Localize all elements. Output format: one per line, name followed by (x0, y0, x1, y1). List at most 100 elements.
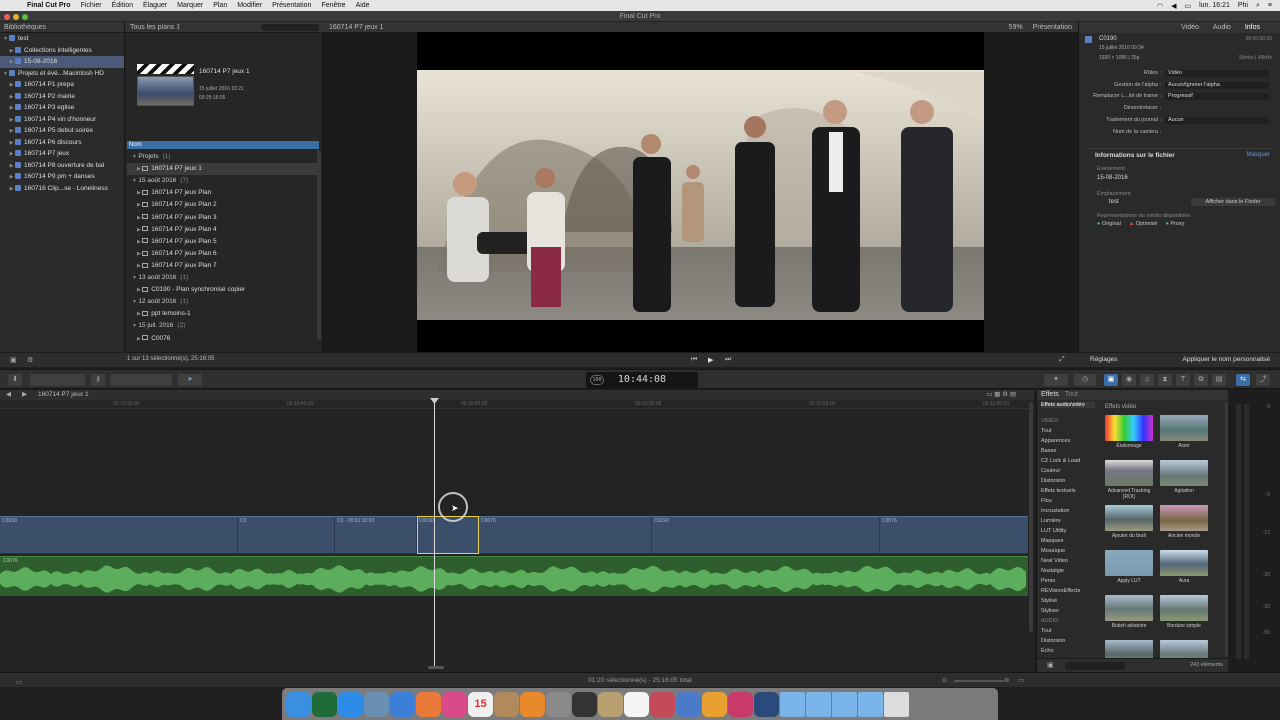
disclosure-closed-icon[interactable]: ▶ (8, 115, 15, 126)
library-item[interactable]: ▶ 160714 P7 jeux (0, 148, 124, 160)
show-in-finder-button[interactable]: Afficher dans le Finder (1191, 198, 1275, 206)
effects-category[interactable]: Neat Video (1041, 558, 1068, 564)
select-tool-icon[interactable]: ➤ (178, 374, 202, 386)
volume-icon[interactable]: ◀︎ (1171, 2, 1176, 10)
selected-clip-range[interactable] (417, 516, 479, 554)
browser-group-row[interactable]: ▼ 15 juil. 2016 (2) (127, 320, 317, 332)
zoom-slider[interactable] (954, 680, 1004, 682)
inspector-field-popup[interactable]: Progressif (1165, 93, 1269, 101)
video-clip[interactable]: C0190 (652, 517, 880, 553)
effects-all-tab[interactable]: Tout (1065, 391, 1078, 398)
browser-clip-row[interactable]: ▶ 160714 P7 jeux Plan 6 (127, 248, 317, 260)
tab-audio[interactable]: Audio (1213, 22, 1231, 33)
menu-presentation[interactable]: Présentation (267, 2, 316, 9)
library-item[interactable]: ▶ 160714 P5 debut soirée (0, 125, 124, 137)
library-item[interactable]: ▶ 15-08-2016 (0, 56, 124, 68)
timeline-options-icon[interactable]: ▭ ▦ ⚙ ▤ (986, 390, 1016, 400)
music-browser-icon[interactable]: ♫ (1140, 374, 1154, 386)
library-item[interactable]: ▶ 160714 P2 mairie (0, 91, 124, 103)
disclosure-closed-icon[interactable]: ▶ (8, 138, 15, 149)
browser-search-input[interactable] (261, 24, 319, 31)
menu-aide[interactable]: Aide (351, 2, 375, 9)
themes-icon[interactable]: ▤ (1212, 374, 1226, 386)
effects-category[interactable]: Couleur (1041, 468, 1060, 474)
library-item[interactable]: ▶ 160714 P3 eglise (0, 102, 124, 114)
import-icon[interactable]: ⬇ (8, 374, 22, 386)
effects-category[interactable]: REVisionEffects (1041, 588, 1080, 594)
disclosure-closed-icon[interactable]: ▶ (8, 172, 15, 183)
library-item[interactable]: ▶ 160714 P4 vin d'honneur (0, 114, 124, 126)
effects-browser-icon[interactable]: ▣ (1104, 374, 1118, 386)
timecode-display[interactable]: 100 10:44:08 (586, 372, 698, 388)
titles-icon[interactable]: T (1176, 374, 1190, 386)
spotlight-icon[interactable]: ⌕ (1256, 2, 1260, 10)
viewer-zoom-menu[interactable]: 59% (1009, 22, 1033, 32)
tab-video[interactable]: Vidéo (1181, 22, 1199, 33)
library-item[interactable]: ▼ Projets et évé...Macintosh HD (0, 68, 124, 80)
video-clip[interactable]: C0076 (479, 517, 652, 553)
sidebar-toggle-icon[interactable]: ▣ (1047, 661, 1054, 669)
next-frame-icon[interactable]: ⏭ (725, 356, 731, 364)
effect-thumbnail[interactable] (1160, 415, 1208, 441)
disclosure-closed-icon[interactable]: ▶ (8, 80, 15, 91)
effects-category[interactable]: Perso (1041, 578, 1055, 584)
menubar-user[interactable]: Phi (1238, 2, 1248, 9)
inspector-field-popup[interactable]: Aucun/Ignorer l'alpha (1165, 81, 1269, 89)
hide-button[interactable]: Masquer (1247, 152, 1270, 158)
disclosure-closed-icon[interactable]: ▶ (8, 149, 15, 160)
effects-category[interactable]: Bases (1041, 448, 1056, 454)
zoom-window-button[interactable] (22, 14, 28, 20)
effects-category[interactable]: Distorsion (1041, 478, 1065, 484)
disclosure-open-icon[interactable]: ▼ (2, 69, 9, 80)
effect-thumbnail[interactable] (1160, 550, 1208, 576)
video-clip[interactable]: C0190 (0, 517, 238, 553)
clip-appearance-icon[interactable]: ▭ (1018, 673, 1024, 688)
effects-category[interactable]: Styliser (1041, 608, 1059, 614)
play-icon[interactable]: ▶ (708, 356, 713, 364)
viewer-presentation-menu[interactable]: Présentation (1033, 22, 1078, 32)
browser-clip-row[interactable]: ▶ ppt temoins-1 (127, 308, 317, 320)
motion-icon[interactable] (598, 691, 623, 717)
timeline-index-icon[interactable]: ▭ (16, 675, 22, 690)
effects-category[interactable]: Flou (1041, 498, 1052, 504)
finder-icon[interactable] (286, 691, 311, 717)
calendar-icon[interactable]: 15 (468, 691, 493, 717)
effect-thumbnail[interactable] (1160, 460, 1208, 486)
browser-filter-menu[interactable]: Tous les plans ‡ (130, 24, 180, 31)
effects-category[interactable]: Incrustation (1041, 508, 1069, 514)
effects-category[interactable]: Masques (1041, 538, 1063, 544)
safari-icon[interactable] (390, 691, 415, 717)
effects-category[interactable]: Écho (1041, 648, 1054, 654)
retime-icon[interactable]: ◷ (1074, 374, 1096, 386)
browser-clip-row[interactable]: ▶ 160714 P7 jeux Plan 2 (127, 199, 317, 211)
browser-group-row[interactable]: ▼ 12 août 2016 (1) (127, 296, 317, 308)
effect-thumbnail[interactable] (1160, 595, 1208, 621)
library-item[interactable]: ▶ 160714 P8 ouverture de bal (0, 160, 124, 172)
effects-category[interactable]: Tout (1041, 428, 1051, 434)
browser-clip-row[interactable]: ▶ 160714 P7 jeux Plan 5 (127, 236, 317, 248)
settings-menu[interactable]: Réglages (1090, 356, 1117, 363)
video-clip[interactable]: C0 (238, 517, 335, 553)
effects-category[interactable]: Effets textuels (1041, 488, 1075, 494)
browser-scrollbar[interactable] (317, 150, 321, 340)
bootcamp-icon[interactable] (312, 691, 337, 717)
effect-thumbnail[interactable] (1105, 415, 1153, 441)
effect-thumbnail[interactable] (1105, 550, 1153, 576)
final-cut-icon[interactable] (572, 691, 597, 717)
effects-search-input[interactable] (1065, 662, 1125, 670)
library-item[interactable]: ▶ Collections intelligentes (0, 45, 124, 57)
zoom-out-icon[interactable]: ⊖ (942, 673, 947, 688)
timeline-ruler[interactable]: 00:10:30:00 00:10:40:00 00:10:45:00 00:1… (0, 400, 1034, 409)
menu-marquer[interactable]: Marquer (172, 2, 208, 9)
photos-browser-icon[interactable]: ◉ (1122, 374, 1136, 386)
notification-center-icon[interactable]: ≡ (1268, 2, 1272, 9)
quicktime-icon[interactable] (754, 691, 779, 717)
apply-custom-name-menu[interactable]: Appliquer le nom personnalisé (1183, 356, 1270, 363)
disclosure-closed-icon[interactable]: ▶ (8, 184, 15, 195)
library-item[interactable]: ▶ 160714 P6 discours (0, 137, 124, 149)
browser-clip-row[interactable]: ▶ 160714 P7 jeux Plan (127, 187, 317, 199)
menu-fenetre[interactable]: Fenêtre (316, 2, 350, 9)
inspector-field-popup[interactable]: Vidéo (1165, 70, 1269, 77)
effects-category[interactable]: LUT Utility (1041, 528, 1066, 534)
effects-category[interactable]: Tout (1041, 628, 1051, 634)
